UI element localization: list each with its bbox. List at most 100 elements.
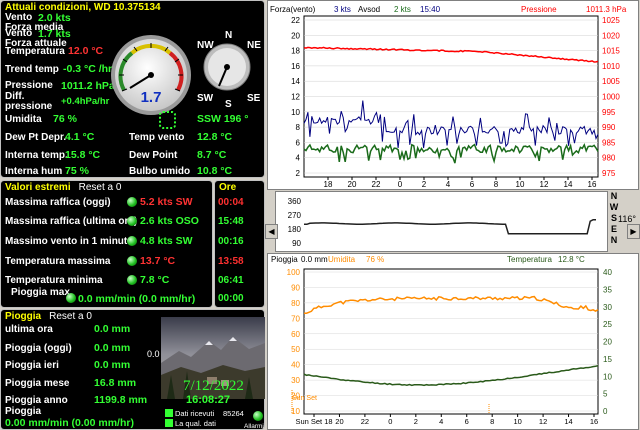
rain-rate-label: Pioggia [5,406,42,417]
chart1-x-tick: 16 [588,180,597,189]
pressure-chart-value: 1011.3 hPa [586,5,627,14]
compass-e: E [610,224,617,234]
humidity-value: 76 % [53,113,77,125]
chart3-x-tick: 10 [513,417,521,426]
chart1-left-tick: 14 [291,77,300,86]
chart3-x-tick: 6 [465,417,469,426]
current-conditions-panel: Attuali condizioni, WD 10.375134 Vento F… [0,0,265,178]
pressure-label: Pressione [5,80,53,91]
extremes-reset-link[interactable]: Reset a 0 [79,182,122,193]
dew-point-value: 8.7 °C [197,149,227,161]
chart1-right-tick: 1005 [602,77,620,86]
rain-year-value: 1199.8 mm [94,394,148,406]
chart3-right-tick: 20 [603,338,612,347]
chart3-right-tick: 0 [603,407,608,416]
rain-yesterday-value: 0.0 mm [94,359,131,371]
chart2-left-tick: 270 [288,211,302,220]
chart1-x-tick: 0 [398,180,403,189]
rain-today-label: Pioggia (oggi) [5,343,72,354]
chart1-right-tick: 985 [602,138,616,147]
chart1-right-tick: 1010 [602,62,620,71]
rain-yesterday-label: Pioggia ieri [5,360,59,371]
wet-bulb-label: Bulbo umido [129,166,191,177]
wind-direction-value: SSW 196 ° [197,113,249,125]
wind-gust-series [303,100,599,149]
rain-last-hour-label: ultima ora [5,324,53,335]
chart3-left-tick: 10 [291,407,300,416]
chart1-left-tick: 12 [291,93,300,102]
chart3-x-tick: 20 [335,417,343,426]
chart1-x-tick: 2 [422,180,427,189]
chart1-x-tick: 12 [540,180,549,189]
temperature-label: Temperatura [5,46,65,57]
chart1-x-tick: 22 [372,180,381,189]
time-max-rain: 00:00 [218,293,244,304]
chart1-x-tick: 20 [348,180,357,189]
chart1-right-tick: 995 [602,108,616,117]
chart2-left-tick: 180 [288,225,302,234]
chart1-left-tick: 22 [291,16,300,25]
chart1-left-tick: 2 [296,169,301,178]
compass-label-se: SE [247,93,261,104]
chart3-left-tick: 60 [291,330,300,339]
extremes-title: Valori estremi Reset a 0 [5,182,122,193]
scroll-right-button[interactable]: ▶ [627,224,640,239]
temperature-chart-value: 12.8 °C [558,255,585,264]
max-gust-hour-led [127,216,137,226]
max-wind-minute-label: Massimo vento in 1 minuto [5,236,134,247]
chart1-time: 15:40 [420,5,441,14]
chart1-left-tick: 8 [296,123,301,132]
humidity-series [304,295,599,314]
compass-label-n: N [225,30,233,41]
wet-bulb-value: 10.8 °C [197,165,233,177]
alarm-led[interactable] [253,411,263,421]
rain-panel: Pioggia Reset a 0 ultima ora 0.0 mm Piogg… [0,309,265,430]
internal-hum-label: Interna hum [5,166,63,177]
chart1-left-tick: 18 [291,47,300,56]
wind-direction-svg: 360 270 180 90 [288,197,596,248]
dew-point-label: Dew Point [129,150,178,161]
chart3-x-tick: 14 [564,417,572,426]
chart1-right-tick: 980 [602,154,616,163]
compass-label-ne: NE [247,40,261,51]
chart3-right-tick: 25 [603,320,612,329]
chart1-left-tick: 6 [296,138,301,147]
times-title: Ore [219,182,237,193]
rain-year-label: Pioggia anno [5,395,68,406]
min-temp-led [127,275,137,285]
alarm-label: Allarmi [244,423,264,430]
max-gust-today-value: 5.2 kts SW [140,196,193,208]
pressure-diff-label: Diff. pressione [5,91,53,112]
wind-avg-series [303,143,599,164]
time-max-gust-hour: 15:48 [218,216,244,227]
webcam-side-value: 0.0 [147,349,160,359]
temperature-chart-label: Temperatura [507,255,552,264]
chart3-right-tick: 10 [603,372,612,381]
wind-avg-value: 2.0 kts [38,12,71,24]
data-quality-label: La qual. dati [175,419,216,428]
chart3-left-tick: 90 [291,283,300,292]
wind-avg-chart-label: Avsod [358,5,380,14]
gauge-value: 1.7 [141,89,162,106]
max-rain-label: Pioggia max [11,287,70,298]
chart1-right-tick: 990 [602,123,616,132]
chart3-left-tick: 30 [291,376,300,385]
temp-humidity-chart: Pioggia 0.0 mm Umidita 76 % Temperatura … [267,253,639,430]
min-temp-value: 7.8 °C [140,274,170,286]
chart3-left-tick: 40 [291,361,300,370]
rain-today-value: 0.0 mm [94,342,131,354]
chart3-x-tick: 22 [361,417,369,426]
wind-force-value: 3 kts [334,5,351,14]
scroll-left-button[interactable]: ◀ [265,224,278,239]
temp-trend-label: Trend temp [5,64,59,75]
rain-reset-link[interactable]: Reset a 0 [49,311,92,322]
wind-current-value: 1.7 kts [38,28,71,40]
chart3-x-tick: 12 [539,417,547,426]
chart3-x-tick: 16 [590,417,598,426]
chart1-x-tick: 4 [446,180,451,189]
chart3-left-tick: 100 [287,268,301,277]
chart1-x-tick: 14 [564,180,573,189]
chart3-right-tick: 5 [603,390,608,399]
temp-humidity-svg: Pioggia 0.0 mm Umidita 76 % Temperatura … [271,255,612,426]
chart3-x-tick: 2 [414,417,418,426]
